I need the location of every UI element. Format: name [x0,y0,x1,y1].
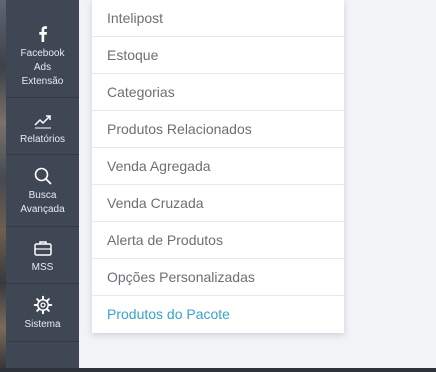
sidebar-item-label: Relatórios [19,134,66,145]
search-icon [33,166,53,186]
submenu-item-produtos-relacionados[interactable]: Produtos Relacionados [92,111,344,148]
briefcase-icon [33,238,53,258]
gear-icon [33,295,53,315]
submenu-panel: Intelipost Estoque Categorias Produtos R… [92,0,344,333]
facebook-icon [33,24,53,44]
submenu-item-opcoes-personalizadas[interactable]: Opções Personalizadas [92,259,344,296]
sidebar-item-mss[interactable]: MSS [6,228,79,284]
submenu-item-venda-agregada[interactable]: Venda Agregada [92,148,344,185]
submenu-item-produtos-do-pacote[interactable]: Produtos do Pacote [92,296,344,333]
sidebar-item-sistema[interactable]: Sistema [6,285,79,342]
sidebar-item-label: MSS [31,262,54,273]
submenu-item-intelipost[interactable]: Intelipost [92,0,344,37]
submenu-item-alerta-de-produtos[interactable]: Alerta de Produtos [92,222,344,259]
sidebar-item-label: Facebook Ads Extensão [20,48,65,87]
bottom-border [0,368,436,372]
sidebar-item-busca-avancada[interactable]: Busca Avançada [6,156,79,227]
trend-chart-icon [33,110,53,130]
admin-sidebar: Facebook Ads Extensão Relatórios Busca A… [6,0,79,372]
submenu-item-estoque[interactable]: Estoque [92,37,344,74]
sidebar-item-relatorios[interactable]: Relatórios [6,99,79,155]
submenu-item-categorias[interactable]: Categorias [92,74,344,111]
sidebar-item-label: Busca Avançada [20,190,65,215]
submenu-item-venda-cruzada[interactable]: Venda Cruzada [92,185,344,222]
sidebar-item-label: Sistema [24,319,61,330]
sidebar-item-facebook-ads[interactable]: Facebook Ads Extensão [6,0,79,98]
